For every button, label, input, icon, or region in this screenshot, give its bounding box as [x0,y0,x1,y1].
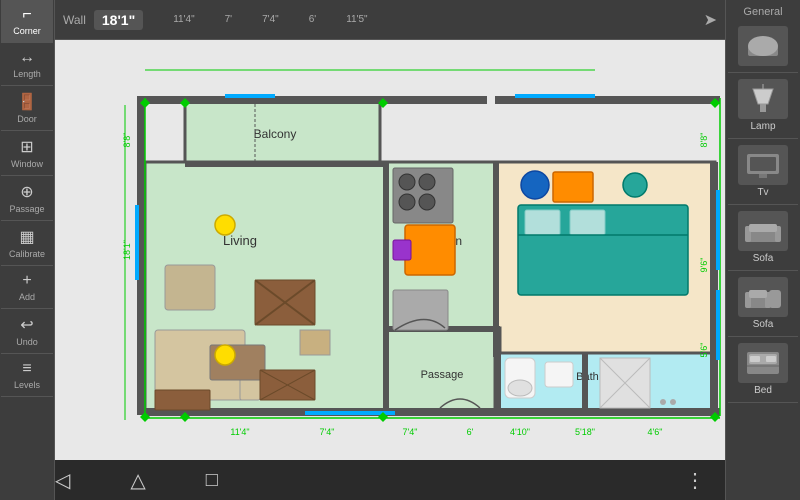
tv-icon [738,145,788,185]
svg-text:4'10": 4'10" [510,427,530,437]
bed-label: Bed [754,385,772,396]
sofa1-icon [738,211,788,251]
window-label: Window [11,159,43,169]
tool-door[interactable]: 🚪 Door [1,86,53,131]
dim-top-3: 6' [309,14,316,25]
tool-calibrate[interactable]: ▦ Calibrate [1,221,53,266]
tool-corner[interactable]: ⌐ Corner [1,0,53,43]
back-button[interactable]: ◁ [55,468,70,493]
menu-button[interactable]: ⋮ [685,468,725,493]
right-item-sofa1[interactable]: Sofa [728,205,798,271]
tool-length[interactable]: ↔ Length [1,43,53,86]
svg-text:11'4": 11'4" [230,427,249,437]
svg-text:9'6": 9'6" [699,258,709,273]
svg-text:5'18": 5'18" [575,427,595,437]
window-icon: ⊞ [20,137,33,157]
length-label: Length [13,69,41,79]
wall-label: Wall [63,13,86,27]
lamp-icon [738,79,788,119]
calibrate-icon: ▦ [19,227,34,247]
sofa1-label: Sofa [753,253,774,264]
home-button[interactable]: △ [130,468,145,493]
dim-top-0: 11'4" [173,14,194,25]
right-item-sofa2[interactable]: Sofa [728,271,798,337]
svg-text:8'8": 8'8" [122,133,132,148]
tool-undo[interactable]: ↩ Undo [1,309,53,354]
bottom-bar: ◁ △ □ ⋮ [55,460,725,500]
calibrate-label: Calibrate [9,249,45,259]
svg-text:Balcony: Balcony [254,127,297,141]
main-area: Wall 18'1" 11'4" 7' 7'4" 6' 11'5" ➤ [55,0,725,500]
svg-text:7'4": 7'4" [403,427,418,437]
arrow-right-icon: ➤ [704,10,717,30]
length-icon: ↔ [19,49,35,67]
tool-levels[interactable]: ≡ Levels [1,354,53,397]
dim-top-2: 7'4" [262,14,279,25]
svg-text:6': 6' [467,427,474,437]
floor-plan-svg: Balcony Living Kitchen Bedroom Passage B… [55,40,725,460]
svg-text:7'4": 7'4" [320,427,335,437]
levels-icon: ≡ [22,360,31,378]
door-label: Door [17,114,37,124]
tv-label: Tv [757,187,768,198]
right-panel: General Lamp [725,0,800,500]
top-bar-left: Wall 18'1" [63,10,143,30]
right-panel-header: General [726,0,800,20]
corner-icon: ⌐ [22,6,31,24]
sofa2-label: Sofa [753,319,774,330]
bed-icon [738,343,788,383]
dim-top-1: 7' [225,14,232,25]
canvas-area[interactable]: Balcony Living Kitchen Bedroom Passage B… [55,40,725,460]
recent-button[interactable]: □ [206,469,218,492]
svg-text:5'6": 5'6" [699,343,709,358]
tool-add[interactable]: + Add [1,266,53,309]
undo-icon: ↩ [20,315,33,335]
undo-label: Undo [16,337,38,347]
right-item-lamp[interactable]: Lamp [728,73,798,139]
sofa2-icon [738,277,788,317]
lamp-label: Lamp [750,121,775,132]
svg-text:8'8": 8'8" [699,133,709,148]
svg-text:18'1": 18'1" [122,240,132,260]
levels-label: Levels [14,380,40,390]
top-bar: Wall 18'1" 11'4" 7' 7'4" 6' 11'5" ➤ [55,0,725,40]
right-item-tv[interactable]: Tv [728,139,798,205]
add-label: Add [19,292,35,302]
passage-label: Passage [9,204,44,214]
left-toolbar: ⌐ Corner ↔ Length 🚪 Door ⊞ Window ⊕ Pass… [0,0,55,500]
right-item-general[interactable] [728,20,798,73]
tool-passage[interactable]: ⊕ Passage [1,176,53,221]
general-icon [738,26,788,66]
corner-label: Corner [13,26,41,36]
right-item-bed[interactable]: Bed [728,337,798,403]
wall-value: 18'1" [94,10,143,30]
door-icon: 🚪 [17,92,37,112]
tool-window[interactable]: ⊞ Window [1,131,53,176]
svg-text:4'6": 4'6" [648,427,663,437]
passage-icon: ⊕ [20,182,33,202]
dim-top-4: 11'5" [346,14,367,25]
add-icon: + [22,272,31,290]
svg-text:Passage: Passage [421,369,464,381]
